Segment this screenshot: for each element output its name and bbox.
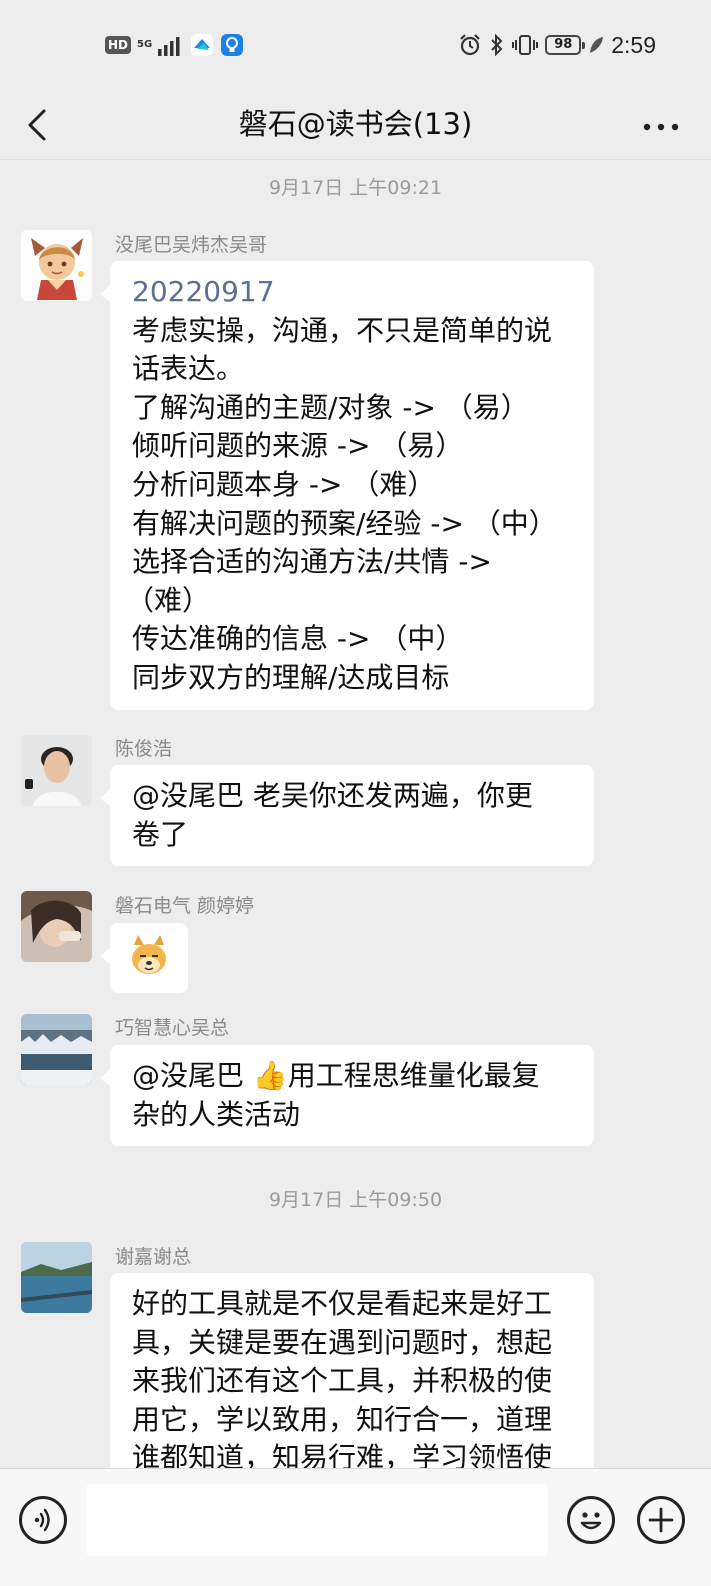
emoji-button[interactable] — [567, 1496, 615, 1544]
network-gen: 5G — [137, 39, 153, 50]
message-line: @没尾巴 👍用工程思维量化最复 — [132, 1059, 540, 1092]
woman-selfie-avatar-image — [21, 891, 92, 962]
message-line: 用它，学以致用，知行合一，道理 — [132, 1402, 553, 1436]
message-line: 了解沟通的主题/对象 -> （易） — [132, 390, 529, 424]
message-line: 选择合适的沟通方法/共情 -> — [132, 545, 492, 579]
avatar[interactable] — [21, 230, 92, 301]
message-line: 同步双方的理解/达成目标 — [132, 660, 450, 694]
status-bar: HD 5G 98 2:59 — [0, 0, 711, 90]
sender-name: 陈俊浩 — [115, 738, 173, 760]
doge-sticker-icon — [132, 935, 166, 974]
message-line: 20220917 — [132, 275, 275, 308]
more-dots-icon — [643, 123, 679, 131]
more-button[interactable] — [639, 102, 683, 148]
voice-button[interactable] — [19, 1496, 67, 1544]
signal-icon — [158, 37, 180, 56]
sender-name: 磐石电气 颜婷婷 — [115, 895, 255, 917]
message-line: 具，关键是要在遇到问题时，想起 — [132, 1325, 553, 1359]
emoji-icon — [580, 1512, 602, 1530]
sender-name: 谢嘉谢总 — [115, 1246, 192, 1268]
sender-name: 没尾巴吴炜杰吴哥 — [115, 234, 268, 256]
status-time: 2:59 — [611, 31, 656, 58]
chat-screen: HD 5G 98 2:59 磐石@读书会(13) 9月17日 上午09:21 没… — [0, 0, 711, 1586]
avatar[interactable] — [21, 1242, 92, 1313]
avatar[interactable] — [21, 735, 92, 806]
message-bubble[interactable]: @没尾巴 👍用工程思维量化最复 杂的人类活动 — [100, 1045, 594, 1147]
anime-girl-avatar-image — [21, 230, 92, 301]
alarm-icon — [460, 34, 481, 56]
message-bubble[interactable]: @没尾巴 老吴你还发两遍，你更 卷了 — [100, 765, 594, 867]
man-portrait-avatar-image — [21, 735, 92, 806]
message-line: 分析问题本身 -> （难） — [132, 467, 436, 501]
sender-name: 巧智慧心吴总 — [115, 1017, 230, 1039]
hd-badge: HD — [105, 36, 132, 54]
message-line: @没尾巴 老吴你还发两遍，你更 — [132, 779, 533, 812]
voice-icon — [34, 1508, 50, 1532]
status-left: HD 5G — [105, 32, 244, 58]
message-line: 卷了 — [132, 817, 189, 851]
avatar[interactable] — [21, 1014, 92, 1085]
bluetooth-icon — [491, 33, 503, 57]
message-bubble[interactable]: 好的工具就是不仅是看起来是好工 具，关键是要在遇到问题时，想起 来我们还有这个工… — [110, 1273, 594, 1468]
message-bubble[interactable]: 20220917 考虑实操，沟通，不只是简单的说 话表达。 了解沟通的主题/对象… — [100, 261, 594, 710]
message-line: 话表达。 — [132, 352, 245, 386]
avatar[interactable] — [21, 891, 92, 962]
timestamp: 9月17日 上午09:50 — [268, 1189, 443, 1211]
status-right: 98 2:59 — [458, 32, 656, 58]
page-title: 磐石@读书会(13) — [238, 107, 473, 141]
plus-icon — [648, 1507, 674, 1533]
input-bar — [0, 1468, 711, 1586]
timestamp: 9月17日 上午09:21 — [268, 177, 443, 199]
message-line: 谁都知道，知易行难，学习领悟使 — [132, 1441, 553, 1468]
lake-landscape-avatar-image — [21, 1242, 92, 1313]
vibrate-icon — [512, 35, 539, 55]
message-line: 倾听问题的来源 -> （易） — [132, 429, 464, 463]
message-line: 杂的人类活动 — [132, 1097, 301, 1131]
back-button[interactable] — [18, 102, 58, 148]
leaf-icon — [590, 37, 604, 53]
plus-button[interactable] — [637, 1496, 685, 1544]
chevron-left-icon — [28, 109, 46, 141]
message-line: 考虑实操，沟通，不只是简单的说 — [132, 313, 553, 347]
lightbulb-icon — [221, 34, 244, 56]
app-notification-icon — [191, 34, 214, 56]
battery-indicator: 98 — [545, 35, 586, 55]
message-input[interactable] — [86, 1484, 548, 1556]
message-line: （难） — [126, 583, 211, 617]
message-line: 传达准确的信息 -> （中） — [132, 622, 464, 656]
chat-header: 磐石@读书会(13) — [0, 90, 711, 160]
sticker-bubble[interactable] — [100, 923, 188, 993]
message-line: 好的工具就是不仅是看起来是好工 — [132, 1287, 553, 1320]
message-line: 有解决问题的预案/经验 -> （中） — [132, 506, 557, 540]
message-line: 来我们还有这个工具，并积极的使 — [132, 1364, 553, 1398]
header-divider — [0, 159, 711, 160]
winter-lake-avatar-image — [21, 1014, 92, 1085]
